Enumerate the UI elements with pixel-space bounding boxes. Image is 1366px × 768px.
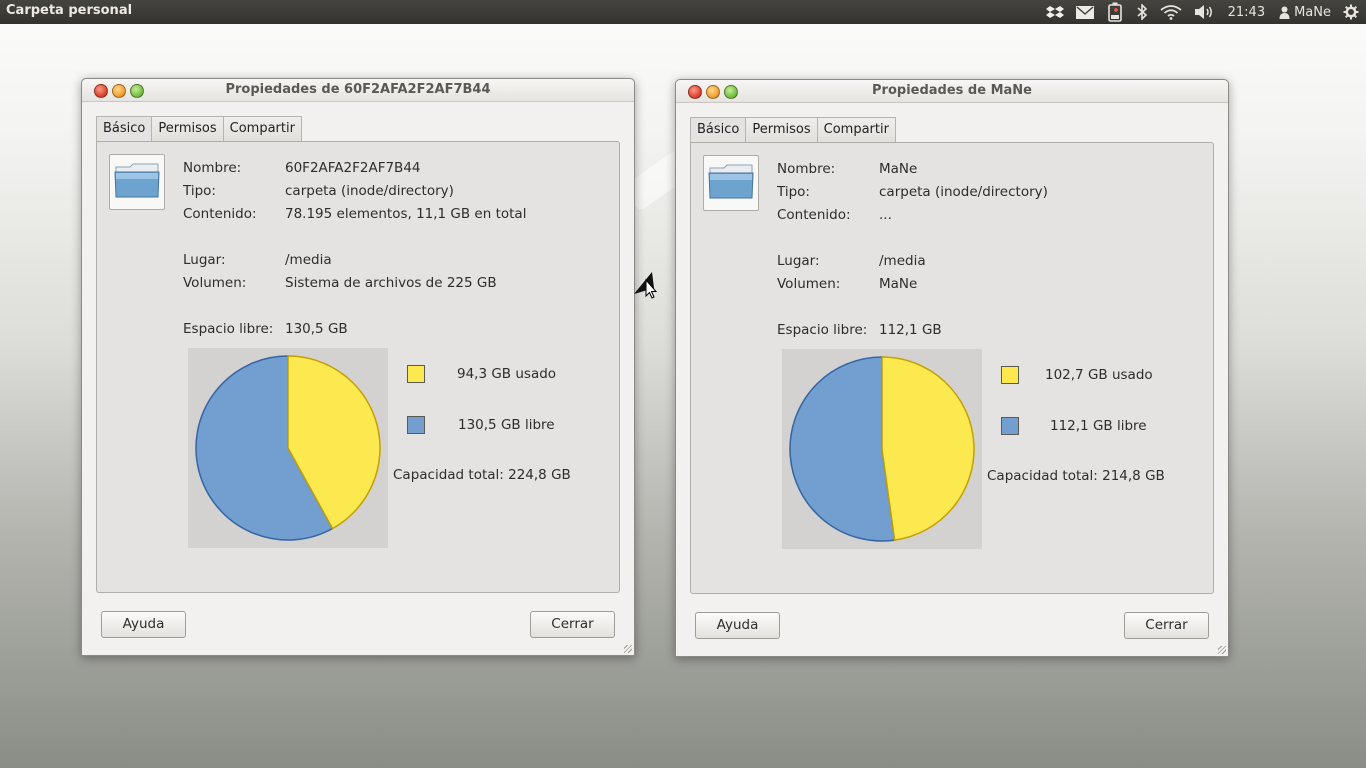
location-label: Lugar: bbox=[777, 253, 820, 269]
name-value[interactable]: 60F2AFA2F2AF7B44 bbox=[285, 160, 421, 176]
contents-label: Contenido: bbox=[777, 207, 851, 223]
window-title: Propiedades de 60F2AFA2F2AF7B44 bbox=[225, 82, 491, 97]
contents-label: Contenido: bbox=[183, 206, 257, 222]
tab-basico[interactable]: Básico bbox=[690, 117, 747, 143]
help-button[interactable]: Ayuda bbox=[101, 611, 186, 638]
tab-permisos[interactable]: Permisos bbox=[745, 117, 818, 142]
tab-bar: Básico Permisos Compartir bbox=[690, 117, 896, 143]
window-titlebar[interactable]: Propiedades de MaNe bbox=[676, 80, 1228, 103]
top-panel: Carpeta personal 21:43 MaNe bbox=[0, 0, 1366, 24]
mail-icon[interactable] bbox=[1070, 0, 1100, 24]
folder-icon-button[interactable] bbox=[703, 155, 759, 211]
volume-value: Sistema de archivos de 225 GB bbox=[285, 275, 497, 291]
properties-window-mane[interactable]: Propiedades de MaNe Básico Permisos Comp… bbox=[675, 79, 1229, 657]
location-value: /media bbox=[285, 252, 332, 268]
help-button[interactable]: Ayuda bbox=[695, 612, 780, 639]
type-value: carpeta (inode/directory) bbox=[879, 184, 1048, 200]
free-space-label: Espacio libre: bbox=[777, 322, 868, 338]
battery-icon[interactable] bbox=[1100, 0, 1130, 24]
close-button[interactable]: Cerrar bbox=[1124, 612, 1209, 639]
free-space-label: Espacio libre: bbox=[183, 321, 274, 337]
volume-label: Volumen: bbox=[777, 276, 841, 292]
window-titlebar[interactable]: Propiedades de 60F2AFA2F2AF7B44 bbox=[82, 79, 634, 102]
user-menu[interactable]: MaNe bbox=[1273, 0, 1337, 24]
power-gear-icon[interactable] bbox=[1337, 0, 1366, 24]
volume-value: MaNe bbox=[879, 276, 918, 292]
mouse-pointer-icon bbox=[634, 270, 658, 304]
tab-compartir[interactable]: Compartir bbox=[816, 117, 896, 142]
folder-icon bbox=[114, 161, 160, 203]
folder-icon bbox=[708, 162, 754, 204]
contents-value: 78.195 elementos, 11,1 GB en total bbox=[285, 206, 527, 222]
usage-pie-chart bbox=[789, 356, 975, 542]
free-space-value: 112,1 GB bbox=[879, 322, 942, 338]
total-capacity-text: Capacidad total: 224,8 GB bbox=[393, 467, 571, 483]
location-value: /media bbox=[879, 253, 926, 269]
properties-window-60f2[interactable]: Propiedades de 60F2AFA2F2AF7B44 Básico P… bbox=[81, 78, 635, 656]
window-title: Propiedades de MaNe bbox=[872, 83, 1032, 98]
type-value: carpeta (inode/directory) bbox=[285, 183, 454, 199]
close-button[interactable]: Cerrar bbox=[530, 611, 615, 638]
tab-bar: Básico Permisos Compartir bbox=[96, 116, 302, 142]
usage-pie-area bbox=[782, 349, 982, 549]
user-icon bbox=[1279, 6, 1290, 19]
name-label: Nombre: bbox=[183, 160, 242, 176]
total-capacity-text: Capacidad total: 214,8 GB bbox=[987, 468, 1165, 484]
contents-value: ... bbox=[879, 207, 892, 223]
name-value[interactable]: MaNe bbox=[879, 161, 917, 177]
clock[interactable]: 21:43 bbox=[1220, 0, 1273, 24]
volume-label: Volumen: bbox=[183, 275, 247, 291]
resize-grip[interactable] bbox=[624, 645, 632, 653]
legend-free-swatch bbox=[1001, 417, 1019, 435]
resize-grip[interactable] bbox=[1218, 646, 1226, 654]
pie-slice-used bbox=[881, 356, 975, 541]
tab-basico[interactable]: Básico bbox=[96, 116, 153, 142]
name-label: Nombre: bbox=[777, 161, 836, 177]
free-space-value: 130,5 GB bbox=[285, 321, 348, 337]
tab-permisos[interactable]: Permisos bbox=[151, 116, 224, 141]
active-app-title: Carpeta personal bbox=[6, 3, 133, 18]
user-name: MaNe bbox=[1294, 4, 1331, 20]
legend-free-text: 112,1 GB libre bbox=[1050, 418, 1147, 434]
location-label: Lugar: bbox=[183, 252, 226, 268]
legend-free-text: 130,5 GB libre bbox=[458, 417, 555, 433]
legend-free-swatch bbox=[407, 416, 425, 434]
bluetooth-icon[interactable] bbox=[1130, 0, 1154, 24]
pie-slice-free bbox=[789, 356, 896, 542]
usage-pie-area bbox=[188, 348, 388, 548]
legend-used-swatch bbox=[1001, 366, 1019, 384]
type-label: Tipo: bbox=[777, 184, 810, 200]
wifi-icon[interactable] bbox=[1154, 0, 1188, 24]
folder-icon-button[interactable] bbox=[109, 154, 165, 210]
basic-tab-panel: Nombre: 60F2AFA2F2AF7B44 Tipo: carpeta (… bbox=[96, 141, 620, 593]
legend-used-text: 94,3 GB usado bbox=[457, 366, 557, 382]
dropbox-icon[interactable] bbox=[1040, 0, 1070, 24]
legend-used-text: 102,7 GB usado bbox=[1045, 367, 1153, 383]
type-label: Tipo: bbox=[183, 183, 216, 199]
tab-compartir[interactable]: Compartir bbox=[222, 116, 302, 141]
basic-tab-panel: Nombre: MaNe Tipo: carpeta (inode/direct… bbox=[690, 142, 1214, 594]
legend-used-swatch bbox=[407, 365, 425, 383]
indicator-area: 21:43 MaNe bbox=[1040, 0, 1366, 24]
volume-icon[interactable] bbox=[1188, 0, 1220, 24]
usage-pie-chart bbox=[195, 355, 381, 541]
